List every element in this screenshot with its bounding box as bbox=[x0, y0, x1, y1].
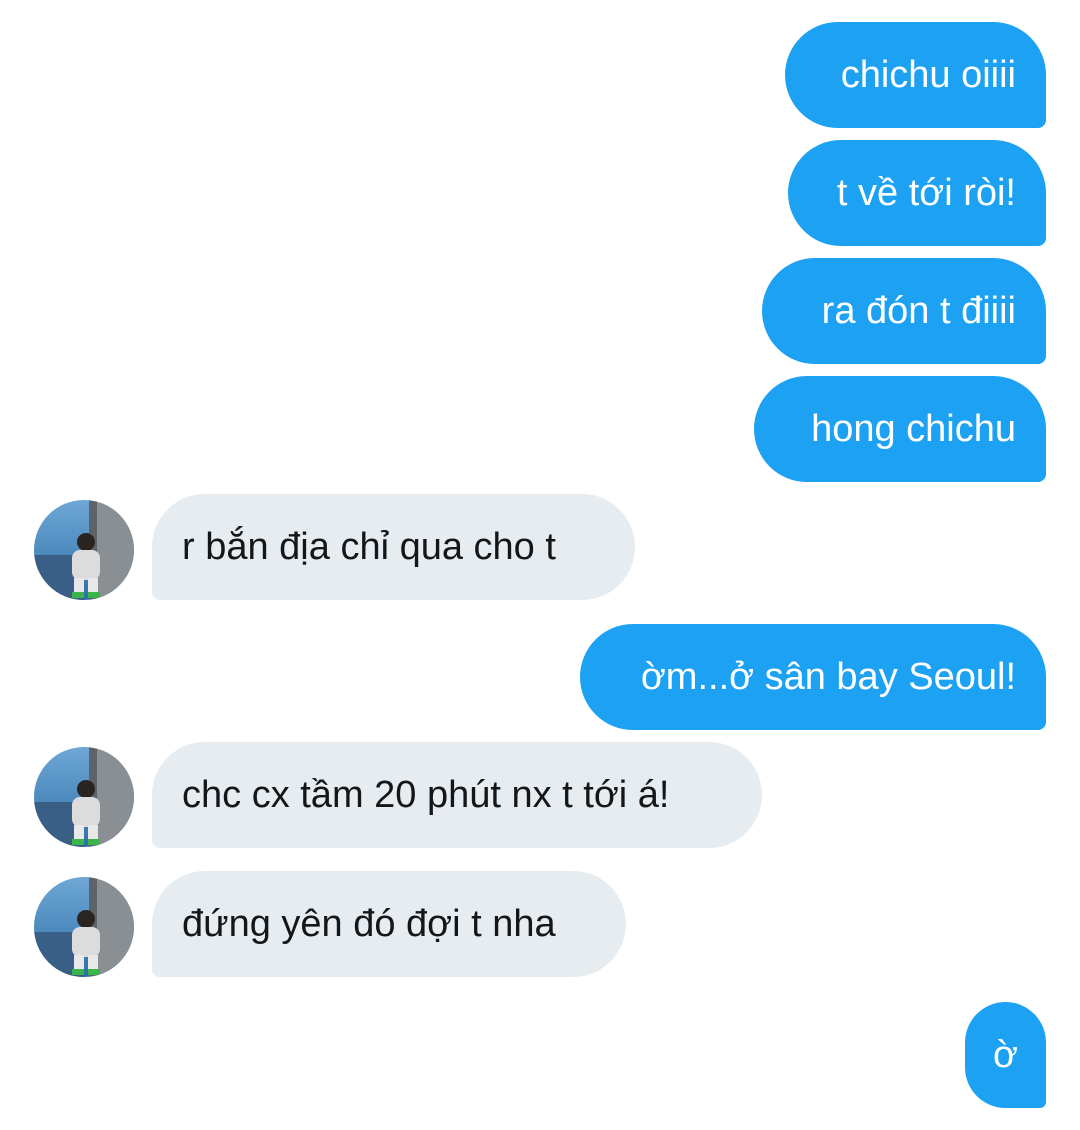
outgoing-message-bubble[interactable]: ờm...ở sân bay Seoul! bbox=[580, 624, 1046, 730]
outgoing-message-bubble[interactable]: ra đón t điiii bbox=[762, 258, 1046, 364]
outgoing-message-bubble[interactable]: chichu oiiii bbox=[785, 22, 1046, 128]
incoming-message-bubble[interactable]: đứng yên đó đợi t nha bbox=[152, 871, 626, 977]
incoming-message-bubble[interactable]: chc cx tầm 20 phút nx t tới á! bbox=[152, 742, 762, 848]
incoming-message-bubble[interactable]: r bắn địa chỉ qua cho t bbox=[152, 494, 635, 600]
outgoing-message-bubble[interactable]: hong chichu bbox=[754, 376, 1046, 482]
contact-avatar[interactable] bbox=[34, 500, 134, 600]
contact-avatar[interactable] bbox=[34, 747, 134, 847]
outgoing-message-bubble[interactable]: t về tới ròi! bbox=[788, 140, 1046, 246]
contact-avatar[interactable] bbox=[34, 877, 134, 977]
outgoing-message-bubble[interactable]: ờ bbox=[965, 1002, 1046, 1108]
